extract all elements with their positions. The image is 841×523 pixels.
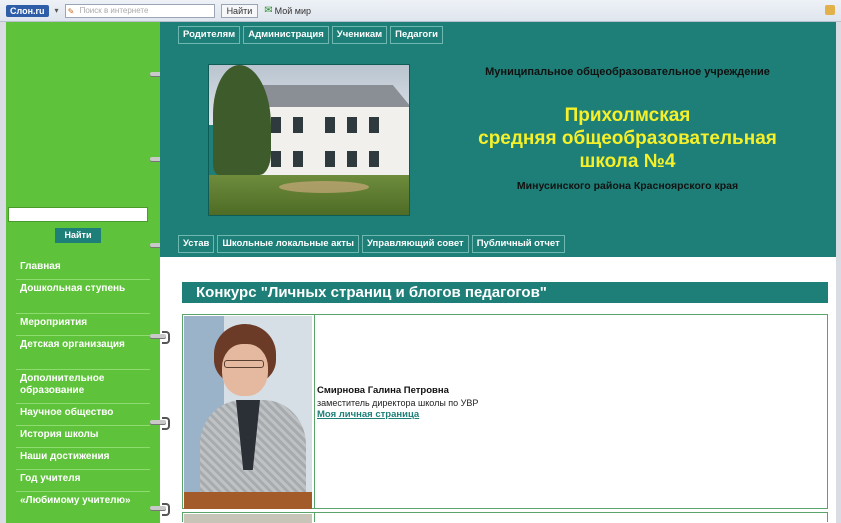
web-page: Найти Главная Дошкольная ступень Меропри… bbox=[6, 22, 836, 523]
browser-toolbar: Слон.ru ▾ ✎ Поиск в интернете Найти ✉ Мо… bbox=[0, 0, 841, 22]
teacher-name: Смирнова Галина Петровна bbox=[317, 385, 449, 396]
search-engine-icon: ✎ bbox=[67, 6, 75, 16]
nav-students[interactable]: Ученикам bbox=[331, 26, 388, 44]
sidebar-item-science-society[interactable]: Научное общество bbox=[16, 404, 150, 426]
toolbar-find-button[interactable]: Найти bbox=[220, 3, 259, 18]
toolbar-search-input[interactable]: ✎ Поиск в интернете bbox=[64, 3, 215, 18]
nav-teachers[interactable]: Педагоги bbox=[390, 26, 444, 44]
teacher-card: Смирнова Галина Петровна заместитель дир… bbox=[182, 314, 828, 509]
nav-parents[interactable]: Родителям bbox=[178, 26, 241, 44]
sidebar-item-achievements[interactable]: Наши достижения bbox=[16, 448, 150, 470]
binder-ring-icon bbox=[150, 503, 170, 516]
school-name-line-3: школа №4 bbox=[579, 151, 676, 172]
sidebar-item-home[interactable]: Главная bbox=[16, 258, 150, 280]
school-type-text: Муниципальное общеобразовательное учрежд… bbox=[485, 66, 770, 78]
teacher-role: заместитель директора школы по УВР bbox=[317, 398, 479, 408]
sub-navigation: Устав Школьные локальные акты Управляющи… bbox=[178, 235, 565, 253]
dropdown-arrow-icon[interactable]: ▾ bbox=[55, 6, 59, 15]
toolbar-mail-link[interactable]: ✉ Мой мир bbox=[264, 5, 311, 16]
nav-local-acts[interactable]: Школьные локальные акты bbox=[217, 235, 359, 253]
sidebar-menu: Главная Дошкольная ступень Мероприятия Д… bbox=[16, 258, 150, 523]
teacher-info: Смирнова Галина Петровна заместитель дир… bbox=[317, 385, 478, 421]
teacher-photo-next bbox=[184, 514, 312, 523]
school-name-line-2: средняя общеобразовательная bbox=[478, 128, 777, 149]
sidebar-item-events[interactable]: Мероприятия bbox=[16, 314, 150, 336]
toolbar-mail-label: Мой мир bbox=[274, 5, 311, 16]
sidebar-top-area bbox=[6, 22, 160, 207]
left-sidebar: Найти Главная Дошкольная ступень Меропри… bbox=[6, 22, 160, 523]
sidebar-search-input[interactable] bbox=[8, 207, 148, 222]
toolbar-logo[interactable]: Слон.ru bbox=[6, 4, 49, 17]
teacher-photo bbox=[184, 316, 312, 509]
nav-charter[interactable]: Устав bbox=[178, 235, 215, 253]
sidebar-item-school-history[interactable]: История школы bbox=[16, 426, 150, 448]
nav-administration[interactable]: Администрация bbox=[243, 26, 329, 44]
school-name-title: Прихолмская средняя общеобразовательная … bbox=[430, 104, 825, 173]
mail-icon: ✉ bbox=[264, 5, 273, 16]
contest-banner: Конкурс "Личных страниц и блогов педагог… bbox=[182, 282, 828, 303]
binder-ring-icon bbox=[150, 331, 170, 344]
teacher-card-next bbox=[182, 512, 828, 523]
top-navigation: Родителям Администрация Ученикам Педагог… bbox=[178, 26, 444, 44]
school-region-text: Минусинского района Красноярского края bbox=[516, 180, 739, 192]
sidebar-item-children-org[interactable]: Детская организация bbox=[16, 336, 150, 370]
nav-governing-council[interactable]: Управляющий совет bbox=[361, 235, 469, 253]
sidebar-item-additional-education[interactable]: Дополнительное образование bbox=[16, 370, 150, 404]
nav-public-report[interactable]: Публичный отчет bbox=[471, 235, 565, 253]
toolbar-extension-icon[interactable] bbox=[825, 5, 835, 15]
sidebar-item-teacher-year[interactable]: Год учителя bbox=[16, 470, 150, 492]
school-building-photo bbox=[208, 64, 410, 216]
school-name-line-1: Прихолмская bbox=[564, 105, 691, 126]
sidebar-item-beloved-teacher[interactable]: «Любимому учителю» bbox=[16, 492, 150, 523]
toolbar-search-placeholder: Поиск в интернете bbox=[79, 5, 149, 15]
binder-ring-icon bbox=[150, 417, 170, 430]
main-content: Конкурс "Личных страниц и блогов педагог… bbox=[182, 282, 832, 523]
site-header: Родителям Администрация Ученикам Педагог… bbox=[160, 22, 836, 257]
sidebar-item-preschool[interactable]: Дошкольная ступень bbox=[16, 280, 150, 314]
personal-page-link[interactable]: Моя личная страница bbox=[317, 409, 478, 421]
sidebar-find-button[interactable]: Найти bbox=[55, 228, 101, 243]
